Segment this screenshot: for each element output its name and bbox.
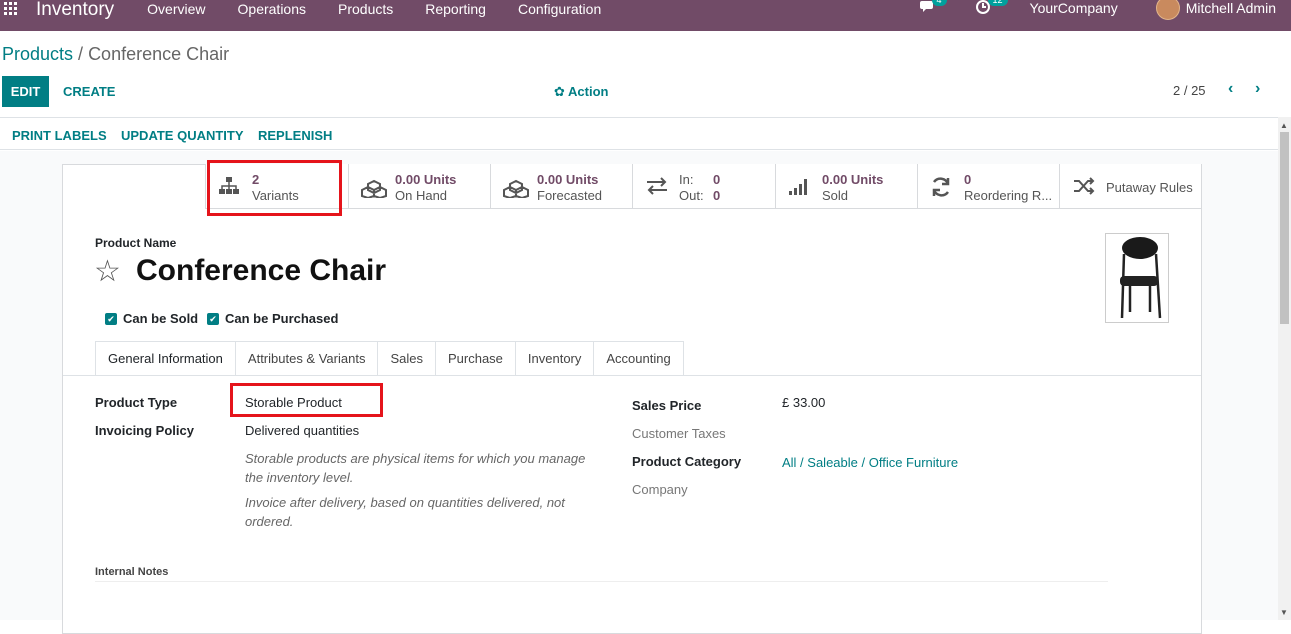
gear-icon: ✿ — [554, 84, 565, 99]
user-menu[interactable]: Mitchell Admin — [1186, 0, 1276, 16]
check-icon: ✔ — [105, 312, 117, 325]
in-value: 0 — [713, 172, 721, 187]
invoice-help-text: Invoice after delivery, based on quantit… — [245, 495, 565, 529]
refresh-icon — [932, 177, 950, 197]
statusbar: PRINT LABELS UPDATE QUANTITY REPLENISH — [0, 117, 1278, 150]
menu-operations[interactable]: Operations — [238, 1, 306, 17]
check-icon: ✔ — [207, 312, 219, 325]
forecasted-value: 0.00 Units — [537, 172, 599, 187]
chair-image — [1120, 237, 1162, 319]
reordering-label: Reordering R... — [964, 188, 1053, 203]
product-title: Conference Chair — [136, 254, 387, 287]
out-label: Out: — [679, 188, 704, 203]
sold-smart-button[interactable]: 0.00 Units Sold — [775, 164, 917, 209]
on-hand-label: On Hand — [395, 188, 448, 203]
can-be-sold-checkbox[interactable]: ✔ Can be Sold — [105, 311, 198, 326]
can-be-purchased-checkbox[interactable]: ✔ Can be Purchased — [207, 311, 338, 326]
action-label: Action — [568, 84, 609, 99]
pager-previous-icon[interactable]: ‹ — [1228, 80, 1233, 98]
storable-help-text: Storable products are physical items for… — [245, 451, 586, 485]
apps-menu-icon[interactable] — [4, 1, 18, 16]
on-hand-value: 0.00 Units — [395, 172, 457, 187]
on-hand-smart-button[interactable]: 0.00 Units On Hand — [348, 164, 490, 209]
create-button[interactable]: CREATE — [63, 84, 115, 99]
product-category-link[interactable]: All / Saleable / Office Furniture — [782, 455, 958, 470]
tab-attributes-variants[interactable]: Attributes & Variants — [234, 341, 379, 376]
forecasted-smart-button[interactable]: 0.00 Units Forecasted — [490, 164, 632, 209]
in-out-smart-button[interactable]: In: 0 Out: 0 — [632, 164, 775, 209]
breadcrumb-separator: / — [73, 44, 89, 64]
breadcrumb: Products / Conference Chair — [2, 44, 229, 65]
action-menu[interactable]: ✿ Action — [554, 84, 609, 100]
signal-icon — [789, 179, 807, 195]
company-label: Company — [632, 482, 688, 497]
sold-value: 0.00 Units — [822, 172, 884, 187]
tab-general-information[interactable]: General Information — [95, 341, 236, 376]
menu-overview[interactable]: Overview — [147, 1, 205, 17]
replenish-button[interactable]: REPLENISH — [258, 128, 332, 143]
menu-configuration[interactable]: Configuration — [518, 1, 601, 17]
can-be-sold-label: Can be Sold — [123, 311, 199, 326]
cubes-icon — [361, 179, 387, 198]
tab-divider — [63, 375, 1201, 376]
update-quantity-button[interactable]: UPDATE QUANTITY — [121, 128, 244, 143]
top-navbar: Inventory Overview Operations Products R… — [0, 0, 1291, 31]
pager-next-icon[interactable]: › — [1255, 80, 1260, 98]
breadcrumb-current: Conference Chair — [88, 44, 230, 64]
tab-sales[interactable]: Sales — [377, 341, 436, 376]
out-value: 0 — [713, 188, 721, 203]
putaway-label: Putaway Rules — [1106, 180, 1193, 195]
scroll-up-icon[interactable]: ▲ — [1280, 121, 1288, 130]
scroll-down-icon[interactable]: ▼ — [1280, 608, 1288, 617]
menu-products[interactable]: Products — [338, 1, 393, 17]
random-icon — [1074, 177, 1095, 195]
sales-price-label: Sales Price — [632, 398, 702, 413]
exchange-icon — [647, 177, 667, 195]
forecasted-label: Forecasted — [537, 188, 603, 203]
activities-button[interactable]: 12 — [975, 0, 1008, 17]
tab-purchase[interactable]: Purchase — [434, 341, 516, 376]
menu-reporting[interactable]: Reporting — [425, 1, 486, 17]
product-type-highlight-box — [230, 383, 383, 417]
product-type-label: Product Type — [95, 395, 178, 410]
customer-taxes-label: Customer Taxes — [632, 426, 726, 441]
tab-accounting[interactable]: Accounting — [593, 341, 684, 376]
messages-button[interactable]: 4 — [919, 0, 947, 17]
notebook-tabs: General Information Attributes & Variant… — [95, 341, 684, 376]
navbar-right: 4 12 YourCompany Mitchell Admin — [919, 0, 1291, 31]
putaway-smart-button[interactable]: Putaway Rules — [1059, 164, 1201, 209]
reordering-value: 0 — [964, 172, 972, 187]
avatar[interactable] — [1155, 0, 1180, 20]
activities-badge: 12 — [987, 0, 1008, 6]
print-labels-button[interactable]: PRINT LABELS — [12, 128, 107, 143]
pager-value[interactable]: 2 / 25 — [1173, 83, 1206, 98]
invoicing-policy-field[interactable]: Delivered quantities — [245, 423, 359, 438]
star-icon[interactable]: ☆ — [94, 254, 121, 289]
product-image[interactable] — [1105, 233, 1169, 323]
tab-inventory[interactable]: Inventory — [514, 341, 595, 376]
can-be-purchased-label: Can be Purchased — [225, 311, 339, 326]
main-menu: Overview Operations Products Reporting C… — [147, 1, 633, 17]
in-label: In: — [679, 172, 694, 187]
product-name-label: Product Name — [95, 236, 177, 250]
variants-highlight-box — [207, 160, 342, 216]
reordering-smart-button[interactable]: 0 Reordering R... — [917, 164, 1059, 209]
invoicing-policy-label: Invoicing Policy — [95, 423, 194, 438]
app-title[interactable]: Inventory — [36, 0, 114, 21]
sold-label: Sold — [822, 188, 849, 203]
internal-notes-label: Internal Notes — [95, 566, 169, 578]
internal-notes-field[interactable] — [95, 581, 1108, 582]
edit-button[interactable]: EDIT — [2, 76, 49, 107]
breadcrumb-products[interactable]: Products — [2, 44, 73, 64]
product-category-label: Product Category — [632, 454, 742, 469]
cubes-icon — [503, 179, 529, 198]
sales-price-field[interactable]: £ 33.00 — [782, 395, 825, 410]
company-switcher[interactable]: YourCompany — [1030, 0, 1118, 16]
scrollbar-thumb[interactable] — [1280, 132, 1289, 324]
